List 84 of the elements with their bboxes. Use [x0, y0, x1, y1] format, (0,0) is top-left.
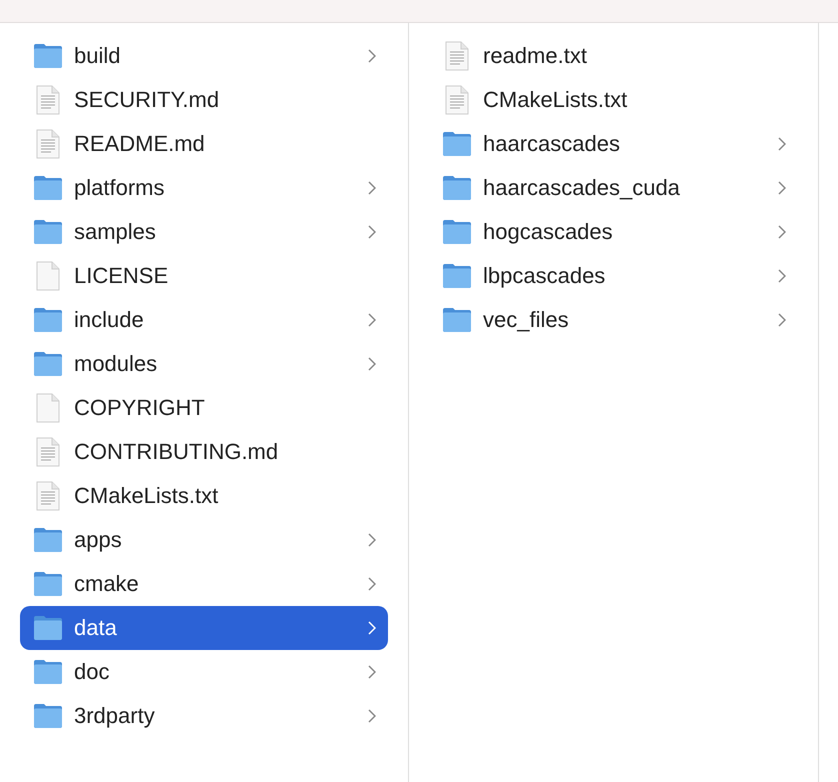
chevron-icon: [368, 709, 376, 723]
folder-icon: [442, 131, 472, 157]
file-name: apps: [74, 527, 123, 553]
document-icon: [36, 85, 60, 115]
file-name: README.md: [74, 131, 206, 157]
file-name: COPYRIGHT: [74, 395, 206, 421]
file-row[interactable]: samples: [20, 210, 388, 254]
file-name: haarcascades: [483, 131, 621, 157]
folder-icon: [33, 307, 63, 333]
file-row[interactable]: 3rdparty: [20, 694, 388, 738]
file-row[interactable]: CONTRIBUTING.md: [20, 430, 388, 474]
document-icon: [36, 129, 60, 159]
file-row[interactable]: vec_files: [429, 298, 798, 342]
file-row[interactable]: lbpcascades: [429, 254, 798, 298]
file-name: data: [74, 615, 118, 641]
file-name: samples: [74, 219, 157, 245]
file-row[interactable]: SECURITY.md: [20, 78, 388, 122]
file-name: platforms: [74, 175, 166, 201]
document-icon: [36, 481, 60, 511]
file-name: cmake: [74, 571, 140, 597]
file-row[interactable]: hogcascades: [429, 210, 798, 254]
file-row[interactable]: build: [20, 34, 388, 78]
file-row[interactable]: cmake: [20, 562, 388, 606]
chevron-icon: [368, 49, 376, 63]
file-row[interactable]: CMakeLists.txt: [20, 474, 388, 518]
document-icon: [445, 85, 469, 115]
file-name: haarcascades_cuda: [483, 175, 681, 201]
file-name: include: [74, 307, 145, 333]
file-name: lbpcascades: [483, 263, 606, 289]
file-row[interactable]: LICENSE: [20, 254, 388, 298]
chevron-icon: [368, 533, 376, 547]
chevron-icon: [368, 357, 376, 371]
blank-file-icon: [36, 393, 60, 423]
folder-icon: [33, 351, 63, 377]
file-name: vec_files: [483, 307, 570, 333]
folder-icon: [33, 615, 63, 641]
blank-file-icon: [36, 261, 60, 291]
folder-icon: [442, 263, 472, 289]
folder-icon: [33, 527, 63, 553]
folder-icon: [33, 571, 63, 597]
file-name: SECURITY.md: [74, 87, 220, 113]
file-row[interactable]: haarcascades_cuda: [429, 166, 798, 210]
file-name: readme.txt: [483, 43, 588, 69]
file-row[interactable]: apps: [20, 518, 388, 562]
file-row[interactable]: data: [20, 606, 388, 650]
file-row[interactable]: doc: [20, 650, 388, 694]
file-row[interactable]: CMakeLists.txt: [429, 78, 798, 122]
file-row[interactable]: readme.txt: [429, 34, 798, 78]
chevron-icon: [778, 137, 786, 151]
document-icon: [445, 41, 469, 71]
folder-icon: [442, 307, 472, 333]
file-name: CMakeLists.txt: [483, 87, 628, 113]
file-row[interactable]: platforms: [20, 166, 388, 210]
folder-icon: [33, 219, 63, 245]
file-name: CONTRIBUTING.md: [74, 439, 280, 465]
file-row[interactable]: modules: [20, 342, 388, 386]
chevron-icon: [368, 225, 376, 239]
file-name: doc: [74, 659, 110, 685]
folder-icon: [442, 219, 472, 245]
folder-icon: [442, 175, 472, 201]
folder-icon: [33, 175, 63, 201]
document-icon: [36, 437, 60, 467]
chevron-icon: [368, 665, 376, 679]
file-name: 3rdparty: [74, 703, 156, 729]
chevron-icon: [778, 225, 786, 239]
file-row[interactable]: haarcascades: [429, 122, 798, 166]
chevron-icon: [368, 313, 376, 327]
file-name: hogcascades: [483, 219, 614, 245]
file-row[interactable]: README.md: [20, 122, 388, 166]
chevron-icon: [778, 269, 786, 283]
folder-icon: [33, 703, 63, 729]
chevron-icon: [778, 313, 786, 327]
chevron-icon: [778, 181, 786, 195]
folder-icon: [33, 43, 63, 69]
file-name: CMakeLists.txt: [74, 483, 220, 509]
folder-icon: [33, 659, 63, 685]
chevron-icon: [368, 181, 376, 195]
file-name: LICENSE: [74, 263, 170, 289]
chevron-icon: [368, 621, 376, 635]
file-name: build: [74, 43, 122, 69]
file-row[interactable]: include: [20, 298, 388, 342]
file-name: modules: [74, 351, 158, 377]
file-row[interactable]: COPYRIGHT: [20, 386, 388, 430]
chevron-icon: [368, 577, 376, 591]
